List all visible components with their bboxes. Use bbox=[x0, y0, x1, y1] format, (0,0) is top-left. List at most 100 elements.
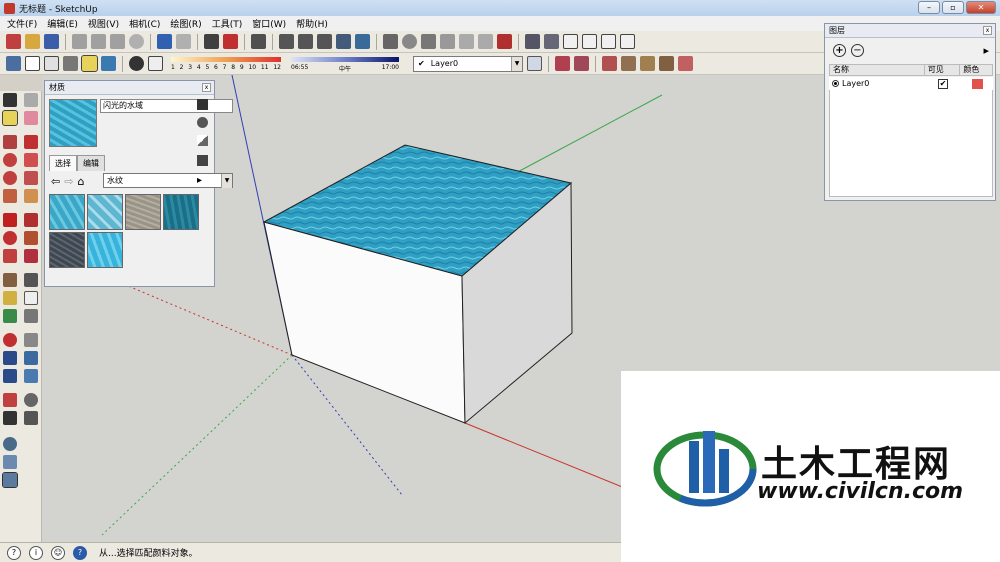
current-layer-select[interactable]: ✔ Layer0 ▼ bbox=[413, 55, 523, 72]
open-file-icon[interactable] bbox=[25, 34, 40, 49]
rotate-icon[interactable] bbox=[3, 231, 18, 245]
back-view-icon[interactable] bbox=[601, 34, 616, 49]
chevron-down-icon[interactable]: ▼ bbox=[221, 174, 232, 188]
wireframe-icon[interactable] bbox=[317, 34, 332, 49]
undo-icon[interactable] bbox=[157, 34, 172, 49]
material-swatch[interactable] bbox=[163, 194, 199, 230]
look-around-icon[interactable] bbox=[23, 393, 38, 407]
section-plane-icon[interactable] bbox=[555, 56, 570, 71]
protractor-icon[interactable] bbox=[3, 291, 18, 305]
menu-file[interactable]: 文件(F) bbox=[2, 17, 42, 30]
layer-color-swatch[interactable] bbox=[971, 78, 983, 89]
user-account-icon[interactable]: ☺ bbox=[51, 545, 65, 560]
forward-arrow-icon[interactable]: ⇨ bbox=[64, 175, 73, 188]
pan-hand-icon[interactable] bbox=[23, 333, 38, 347]
zoom-extents-tool-icon[interactable] bbox=[3, 369, 18, 383]
section-display-icon[interactable] bbox=[574, 56, 589, 71]
geo-location-icon[interactable] bbox=[3, 437, 18, 451]
zoom-extents-icon[interactable] bbox=[497, 34, 512, 49]
face-style-wire-icon[interactable] bbox=[25, 56, 40, 71]
redo-icon[interactable] bbox=[176, 34, 191, 49]
shadow-month-slider[interactable]: 1 2 3 4 5 6 7 8 9 10 11 12 bbox=[171, 55, 281, 73]
fog-icon[interactable] bbox=[148, 56, 163, 71]
line-pencil-icon[interactable] bbox=[23, 135, 38, 149]
column-name[interactable]: 名称 bbox=[830, 65, 925, 75]
zoom-icon[interactable] bbox=[421, 34, 436, 49]
eraser-icon[interactable] bbox=[23, 111, 38, 125]
sandbox-scratch-icon[interactable] bbox=[621, 56, 636, 71]
menu-window[interactable]: 窗口(W) bbox=[247, 17, 291, 30]
cut-icon[interactable] bbox=[72, 34, 87, 49]
delete-layer-icon[interactable]: − bbox=[851, 44, 864, 57]
front-view-icon[interactable] bbox=[563, 34, 578, 49]
tab-edit[interactable]: 编辑 bbox=[77, 155, 105, 171]
face-style-xray-icon[interactable] bbox=[6, 56, 21, 71]
close-button[interactable]: ✕ bbox=[966, 1, 996, 14]
menu-help[interactable]: 帮助(H) bbox=[291, 17, 333, 30]
smoove-icon[interactable] bbox=[640, 56, 655, 71]
default-material-icon[interactable] bbox=[197, 117, 208, 128]
orbit-icon[interactable] bbox=[383, 34, 398, 49]
select-arrow-icon[interactable] bbox=[3, 93, 18, 107]
material-swatch[interactable] bbox=[49, 232, 85, 268]
visible-checkbox[interactable]: ✔ bbox=[938, 78, 948, 89]
3d-warehouse-icon[interactable] bbox=[2, 472, 19, 488]
close-icon[interactable]: x bbox=[983, 26, 992, 35]
layer-manager-icon[interactable] bbox=[527, 56, 542, 71]
tab-select[interactable]: 选择 bbox=[49, 155, 77, 171]
two-point-arc-icon[interactable] bbox=[23, 189, 38, 203]
material-swatch[interactable] bbox=[125, 194, 161, 230]
geo-location-status-icon[interactable]: ? bbox=[7, 545, 21, 560]
photo-textures-icon[interactable] bbox=[3, 455, 18, 469]
save-icon[interactable] bbox=[44, 34, 59, 49]
zoom-window-icon[interactable] bbox=[440, 34, 455, 49]
eyedropper-icon[interactable] bbox=[197, 155, 208, 166]
create-material-icon[interactable] bbox=[197, 99, 208, 110]
zoom-window-tool-icon[interactable] bbox=[23, 351, 38, 365]
follow-me-icon[interactable] bbox=[23, 231, 38, 245]
paint-bucket-icon[interactable] bbox=[2, 110, 19, 126]
details-arrow-icon[interactable]: ▸ bbox=[983, 44, 989, 57]
scale-icon[interactable] bbox=[3, 249, 18, 263]
menu-view[interactable]: 视图(V) bbox=[83, 17, 124, 30]
previous-tool-icon[interactable] bbox=[23, 369, 38, 383]
face-style-shaded-icon[interactable] bbox=[63, 56, 78, 71]
table-row[interactable]: Layer0 ✔ bbox=[829, 77, 993, 90]
position-camera-icon[interactable] bbox=[3, 393, 18, 407]
details-arrow-icon[interactable]: ▸ bbox=[197, 175, 202, 186]
material-swatch[interactable] bbox=[87, 194, 123, 230]
rectangle-icon[interactable] bbox=[3, 135, 18, 149]
column-color[interactable]: 颜色 bbox=[960, 65, 992, 75]
back-arrow-icon[interactable]: ⇦ bbox=[51, 175, 60, 188]
active-layer-radio-icon[interactable] bbox=[832, 80, 839, 87]
material-category-select[interactable]: 水纹 ▼ bbox=[103, 173, 233, 188]
axes-icon[interactable] bbox=[3, 309, 18, 323]
close-icon[interactable]: x bbox=[202, 83, 211, 92]
iso-view-icon[interactable] bbox=[525, 34, 540, 49]
info-icon[interactable]: i bbox=[29, 545, 43, 560]
drape-icon[interactable] bbox=[678, 56, 693, 71]
menu-tools[interactable]: 工具(T) bbox=[207, 17, 248, 30]
shadow-time-slider[interactable]: 06:55 中午 17:00 bbox=[291, 55, 399, 73]
push-pull-icon[interactable] bbox=[23, 213, 38, 227]
material-swatch[interactable] bbox=[87, 232, 123, 268]
menu-camera[interactable]: 相机(C) bbox=[124, 17, 165, 30]
copy-icon[interactable] bbox=[91, 34, 106, 49]
pan-icon[interactable] bbox=[402, 34, 417, 49]
paste-icon[interactable] bbox=[110, 34, 125, 49]
right-view-icon[interactable] bbox=[582, 34, 597, 49]
face-style-textured-icon[interactable] bbox=[81, 55, 98, 72]
pie-icon[interactable] bbox=[3, 189, 18, 203]
make-component-icon[interactable] bbox=[23, 93, 38, 107]
menu-edit[interactable]: 编辑(E) bbox=[42, 17, 83, 30]
move-icon[interactable] bbox=[3, 213, 18, 227]
shaded-icon[interactable] bbox=[336, 34, 351, 49]
tape-measure-icon[interactable] bbox=[3, 273, 18, 287]
textured-icon[interactable] bbox=[355, 34, 370, 49]
face-style-mono-icon[interactable] bbox=[101, 56, 116, 71]
3d-text-icon[interactable] bbox=[23, 309, 38, 323]
freehand-icon[interactable] bbox=[23, 153, 38, 167]
section-tool-icon[interactable] bbox=[23, 411, 38, 425]
material-swatch[interactable] bbox=[49, 194, 85, 230]
add-layer-icon[interactable]: + bbox=[833, 44, 846, 57]
